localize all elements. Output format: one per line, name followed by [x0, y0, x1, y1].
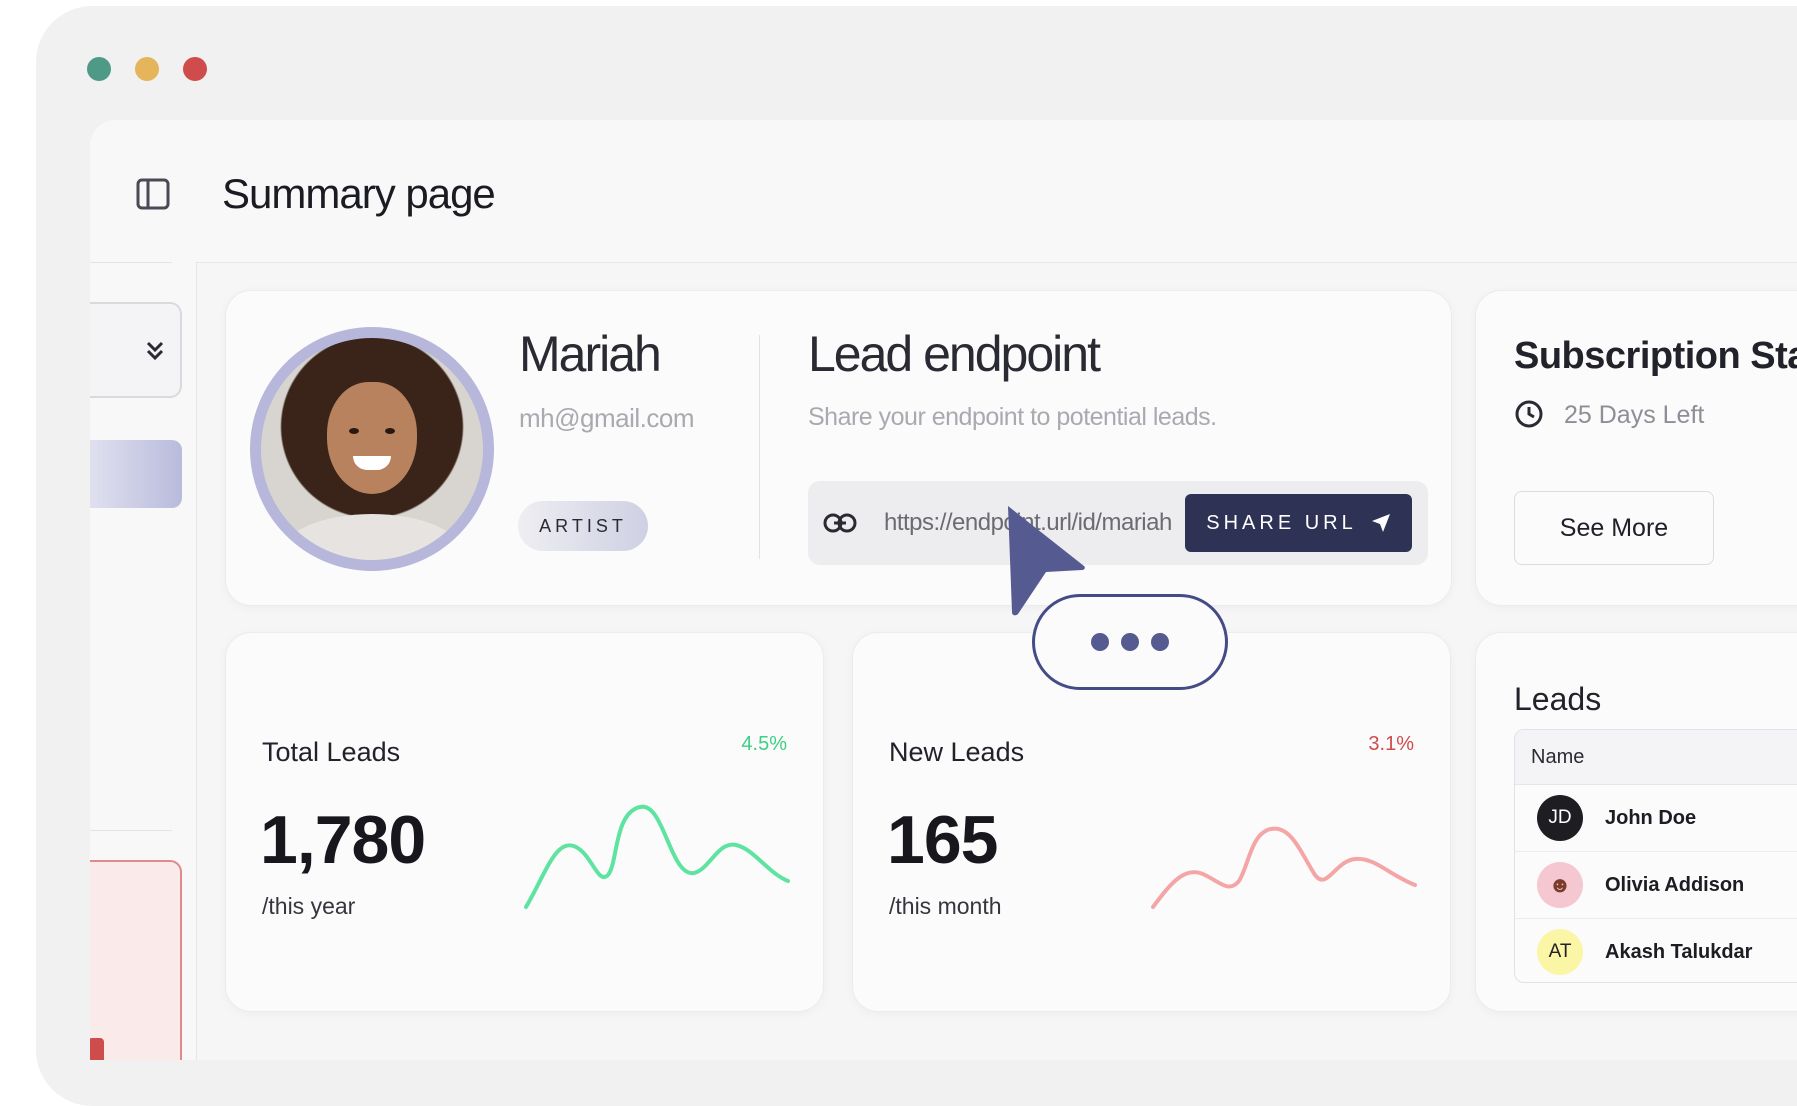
avatar: ☻: [1537, 862, 1583, 908]
table-row[interactable]: ☻ Olivia Addison: [1515, 852, 1797, 919]
lead-name: Akash Talukdar: [1605, 940, 1753, 963]
sidebar-divider: [90, 830, 172, 831]
typing-dot: [1151, 633, 1169, 651]
table-row[interactable]: AT Akash Talukdar: [1515, 919, 1797, 982]
profile-avatar: [250, 327, 494, 571]
leads-title: Leads: [1514, 681, 1602, 717]
total-leads-card: Total Leads 4.5% 1,780 /this year: [225, 632, 824, 1012]
lead-name: John Doe: [1605, 806, 1697, 829]
days-left: 25 Days Left: [1564, 401, 1705, 429]
endpoint-url-box[interactable]: https://endpoint.url/id/mariah SHARE URL: [808, 481, 1428, 565]
stat-period: /this month: [889, 893, 1002, 919]
window-minimize-dot[interactable]: [135, 57, 159, 81]
window-close-dot[interactable]: [183, 57, 207, 81]
total-leads-sparkline: [524, 804, 790, 909]
workspace-select[interactable]: [90, 302, 182, 398]
stat-label: New Leads: [889, 737, 1025, 767]
clock-icon: [1515, 400, 1543, 428]
typing-dot: [1121, 633, 1139, 651]
endpoint-title: Lead endpoint: [808, 326, 1101, 382]
page-header: Summary page: [196, 120, 1797, 263]
sidebar-toggle-icon[interactable]: [136, 178, 170, 210]
see-more-button[interactable]: See More: [1514, 491, 1714, 565]
send-icon: [1371, 514, 1390, 532]
role-badge: ARTIST: [518, 501, 648, 551]
sidebar: [90, 120, 197, 1060]
profile-email: mh@gmail.com: [519, 403, 694, 433]
stat-value: 1,780: [260, 802, 426, 878]
stat-period: /this year: [262, 893, 356, 919]
leads-card: Leads Name JD John Doe ☻ Olivia Addison …: [1475, 632, 1797, 1012]
profile-card: Mariah mh@gmail.com ARTIST Lead endpoint…: [225, 290, 1452, 606]
share-url-label: SHARE URL: [1206, 511, 1357, 534]
profile-name: Mariah: [519, 326, 662, 382]
typing-indicator: [1032, 594, 1228, 690]
typing-dot: [1091, 633, 1109, 651]
app-content: Summary page Mariah mh@gmail.com ARTIST …: [90, 120, 1797, 1060]
stat-label: Total Leads: [262, 737, 401, 767]
stat-change: 3.1%: [1368, 733, 1414, 755]
avatar: JD: [1537, 795, 1583, 841]
sidebar-alert-panel[interactable]: [90, 860, 182, 1060]
avatar: AT: [1537, 929, 1583, 975]
sidebar-item-active[interactable]: [90, 440, 182, 508]
stat-change: 4.5%: [741, 733, 787, 755]
share-url-button[interactable]: SHARE URL: [1185, 494, 1412, 552]
column-header-name[interactable]: Name: [1515, 730, 1797, 785]
page-title: Summary page: [222, 170, 496, 217]
table-row[interactable]: JD John Doe: [1515, 785, 1797, 852]
lead-name: Olivia Addison: [1605, 873, 1745, 896]
endpoint-subtitle: Share your endpoint to potential leads.: [808, 403, 1217, 431]
card-divider: [759, 335, 760, 559]
new-leads-sparkline: [1151, 826, 1417, 909]
window-maximize-dot[interactable]: [87, 57, 111, 81]
sidebar-divider: [90, 262, 172, 263]
avatar-photo: [261, 338, 483, 560]
stat-value: 165: [887, 802, 998, 878]
chevrons-down-icon: [146, 341, 164, 361]
link-icon: [823, 513, 857, 533]
subscription-card: Subscription Sta 25 Days Left See More: [1475, 290, 1797, 606]
subscription-title: Subscription Sta: [1514, 335, 1797, 377]
alert-bar: [90, 1038, 104, 1060]
leads-table: Name JD John Doe ☻ Olivia Addison AT Aka…: [1514, 729, 1797, 983]
